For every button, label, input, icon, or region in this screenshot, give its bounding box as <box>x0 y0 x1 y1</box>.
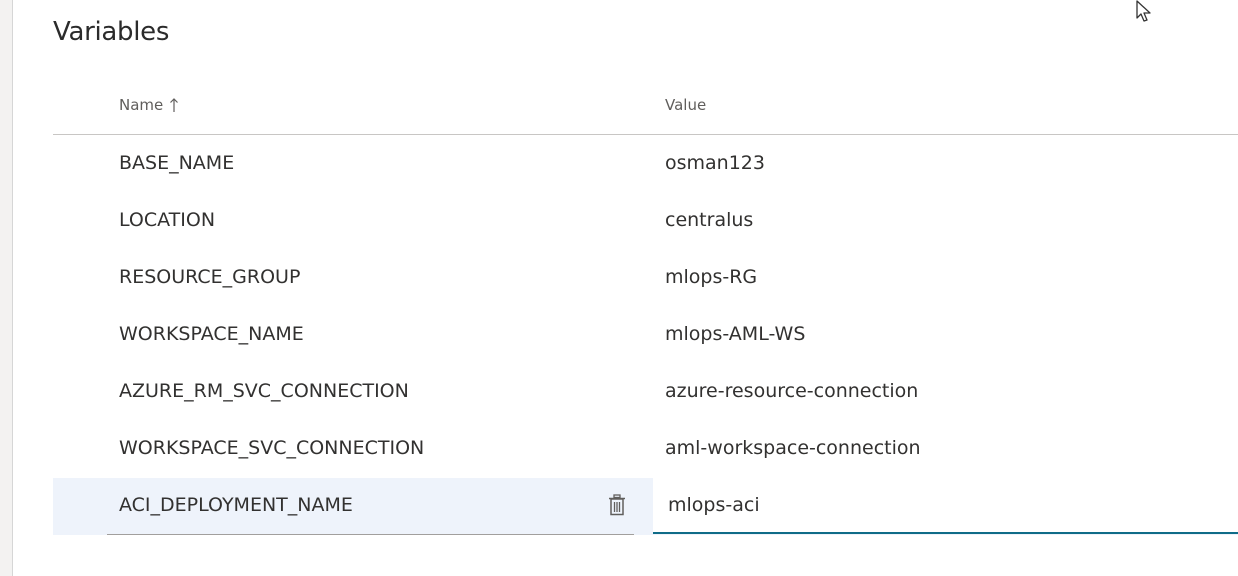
trash-icon <box>609 494 625 516</box>
variable-value: aml-workspace-connection <box>665 437 921 459</box>
variable-name: BASE_NAME <box>119 152 235 174</box>
variables-table-body: BASE_NAME osman123 LOCATION centralus RE… <box>53 136 1238 535</box>
variable-name: LOCATION <box>119 209 216 231</box>
variable-value: centralus <box>665 209 754 231</box>
table-row[interactable]: WORKSPACE_NAME mlops-AML-WS <box>53 307 1238 364</box>
variable-value: osman123 <box>665 152 765 174</box>
variable-value: mlops-RG <box>665 266 758 288</box>
name-header-label: Name <box>119 96 164 114</box>
table-row[interactable]: BASE_NAME osman123 <box>53 136 1238 193</box>
variables-page: Variables Name Value BASE_NAME osman123 … <box>0 0 1238 576</box>
table-row[interactable]: LOCATION centralus <box>53 193 1238 250</box>
variable-name: RESOURCE_GROUP <box>119 266 301 288</box>
variable-name[interactable]: ACI_DEPLOYMENT_NAME <box>119 494 353 516</box>
table-row[interactable]: RESOURCE_GROUP mlops-RG <box>53 250 1238 307</box>
selected-table-row[interactable]: ACI_DEPLOYMENT_NAME mlops-aci <box>53 478 1238 535</box>
name-column-header[interactable]: Name <box>119 96 179 114</box>
mouse-pointer-icon <box>1136 0 1151 22</box>
variable-name: WORKSPACE_NAME <box>119 323 304 345</box>
variable-name: WORKSPACE_SVC_CONNECTION <box>119 437 425 459</box>
left-rail <box>0 0 13 576</box>
table-row[interactable]: AZURE_RM_SVC_CONNECTION azure-resource-c… <box>53 364 1238 421</box>
value-column-header[interactable]: Value <box>665 96 706 114</box>
variable-value: mlops-AML-WS <box>665 323 806 345</box>
table-row[interactable]: WORKSPACE_SVC_CONNECTION aml-workspace-c… <box>53 421 1238 478</box>
variable-name: AZURE_RM_SVC_CONNECTION <box>119 380 409 402</box>
variable-value: azure-resource-connection <box>665 380 919 402</box>
arrow-up-icon <box>170 98 179 112</box>
page-title: Variables <box>53 17 170 47</box>
table-header: Name Value <box>53 82 1238 135</box>
variable-value-input[interactable]: mlops-aci <box>653 478 1238 534</box>
variable-value: mlops-aci <box>668 494 760 516</box>
delete-variable-button[interactable] <box>603 490 631 520</box>
